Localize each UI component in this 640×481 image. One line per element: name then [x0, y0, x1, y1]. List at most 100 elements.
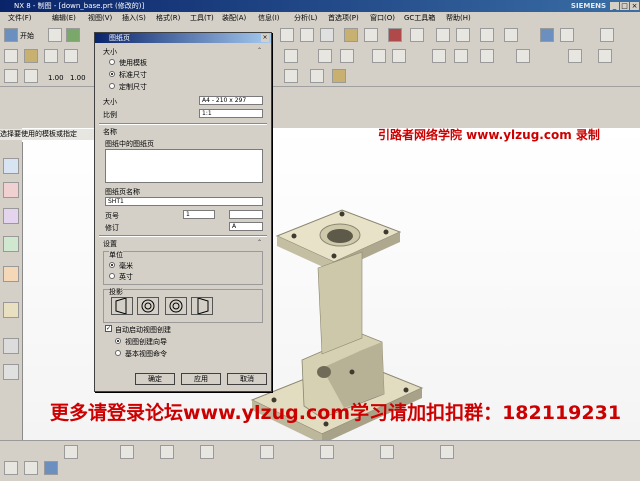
option-millimeters[interactable]: 毫米	[119, 261, 133, 271]
sheet-name-input[interactable]: SHT1	[105, 197, 263, 206]
projection-first-angle-icon[interactable]	[111, 297, 133, 315]
tools-icon[interactable]	[504, 28, 518, 42]
select-filter-icon[interactable]	[4, 461, 18, 475]
projection-third-circle-icon[interactable]	[165, 297, 187, 315]
spline-icon[interactable]	[260, 445, 274, 459]
point-icon[interactable]	[344, 28, 358, 42]
zoom-icon[interactable]	[372, 49, 386, 63]
option-inches[interactable]: 英寸	[119, 272, 133, 282]
pan-icon[interactable]	[392, 49, 406, 63]
new-file-icon[interactable]	[48, 28, 62, 42]
sheets-list[interactable]	[105, 149, 263, 183]
menu-analysis[interactable]: 分析(L)	[294, 13, 317, 23]
menu-tools[interactable]: 工具(T)	[190, 13, 214, 23]
help-icon[interactable]	[540, 28, 554, 42]
fillet-icon[interactable]	[200, 445, 214, 459]
collapse-settings-icon[interactable]: ⌃	[257, 239, 262, 246]
text-note-icon[interactable]	[318, 49, 332, 63]
radio-millimeters[interactable]	[109, 262, 115, 268]
option-custom-size[interactable]: 定制尺寸	[119, 82, 147, 92]
menu-format[interactable]: 格式(R)	[156, 13, 180, 23]
trim-icon[interactable]	[320, 445, 334, 459]
circle-icon[interactable]	[160, 445, 174, 459]
hatch-icon[interactable]	[310, 69, 324, 83]
shaded-view-icon[interactable]	[410, 28, 424, 42]
projection-first-circle-icon[interactable]	[137, 297, 159, 315]
detail-view-icon[interactable]	[24, 69, 38, 83]
option-base-view-command[interactable]: 基本视图命令	[125, 349, 167, 359]
box-view-icon[interactable]	[436, 28, 450, 42]
menu-view[interactable]: 视图(V)	[88, 13, 112, 23]
assembly-navigator-icon[interactable]	[3, 182, 19, 198]
minimize-icon[interactable]: _	[610, 2, 619, 10]
centerline-icon[interactable]	[284, 69, 298, 83]
radio-view-wizard[interactable]	[115, 338, 121, 344]
collapse-size-icon[interactable]: ⌃	[257, 47, 262, 54]
layer-icon[interactable]	[480, 28, 494, 42]
revision-input[interactable]: A	[229, 222, 263, 231]
radio-inches[interactable]	[109, 273, 115, 279]
menu-info[interactable]: 信息(I)	[258, 13, 280, 23]
menu-assembly[interactable]: 装配(A)	[222, 13, 246, 23]
history-icon[interactable]	[3, 266, 19, 282]
close-icon[interactable]: ×	[630, 2, 639, 10]
menu-preferences[interactable]: 首选项(P)	[328, 13, 359, 23]
table-icon[interactable]	[432, 49, 446, 63]
sketch-icon[interactable]	[300, 28, 314, 42]
menu-help[interactable]: 帮助(H)	[446, 13, 471, 23]
maximize-icon[interactable]: □	[620, 2, 629, 10]
menu-edit[interactable]: 编辑(E)	[52, 13, 76, 23]
snap-icon[interactable]	[280, 28, 294, 42]
part-navigator-icon[interactable]	[3, 158, 19, 174]
ok-button[interactable]: 确定	[135, 373, 175, 385]
constraint-navigator-icon[interactable]	[3, 208, 19, 224]
view-orient-icon[interactable]	[364, 28, 378, 42]
dimension-icon[interactable]	[340, 49, 354, 63]
menu-window[interactable]: 窗口(O)	[370, 13, 395, 23]
page-suffix-input[interactable]	[229, 210, 263, 219]
open-file-icon[interactable]	[66, 28, 80, 42]
radio-base-view-command[interactable]	[115, 350, 121, 356]
ab-text-icon[interactable]	[516, 49, 530, 63]
offset-icon[interactable]	[380, 445, 394, 459]
radio-standard-size[interactable]	[109, 71, 115, 77]
curve-tool-icon[interactable]	[64, 445, 78, 459]
menu-gc-toolbox[interactable]: GC工具箱	[404, 13, 435, 23]
scale-select[interactable]: 1:1	[199, 109, 263, 118]
grid-icon[interactable]	[320, 28, 334, 42]
option-standard-size[interactable]: 标准尺寸	[119, 70, 147, 80]
arc-icon[interactable]	[120, 445, 134, 459]
cancel-button[interactable]: 取消	[227, 373, 267, 385]
delete-icon[interactable]	[454, 49, 468, 63]
snap-point-icon[interactable]	[24, 461, 38, 475]
chamfer-icon[interactable]	[440, 445, 454, 459]
render-style-icon[interactable]	[388, 28, 402, 42]
projection-third-angle-icon[interactable]	[191, 297, 213, 315]
symbol-icon[interactable]	[568, 49, 582, 63]
line-icon[interactable]	[284, 49, 298, 63]
page-number-input[interactable]: 1	[183, 210, 215, 219]
radio-use-template[interactable]	[109, 59, 115, 65]
dialog-close-icon[interactable]: ×	[261, 34, 269, 42]
section-view-icon[interactable]	[4, 69, 18, 83]
auto-view-label[interactable]: 自动启动视图创建	[115, 325, 171, 335]
reuse-library-icon[interactable]	[3, 236, 19, 252]
roles-icon[interactable]	[3, 364, 19, 380]
settings-icon[interactable]	[560, 28, 574, 42]
start-button[interactable]: 开始	[20, 31, 34, 41]
option-view-wizard[interactable]: 视图创建向导	[125, 337, 167, 347]
radio-custom-size[interactable]	[109, 83, 115, 89]
apply-button[interactable]: 应用	[181, 373, 221, 385]
view-icon[interactable]	[24, 49, 38, 63]
start-icon[interactable]	[4, 28, 18, 42]
wireframe-icon[interactable]	[456, 28, 470, 42]
web-browser-icon[interactable]	[3, 302, 19, 318]
transform-icon[interactable]	[480, 49, 494, 63]
selection-scope-icon[interactable]	[44, 461, 58, 475]
clock-icon[interactable]	[3, 338, 19, 354]
edit-icon[interactable]	[598, 49, 612, 63]
paint-icon[interactable]	[332, 69, 346, 83]
menu-file[interactable]: 文件(F)	[8, 13, 32, 23]
drafting-icon[interactable]	[4, 49, 18, 63]
options-icon[interactable]	[600, 28, 614, 42]
